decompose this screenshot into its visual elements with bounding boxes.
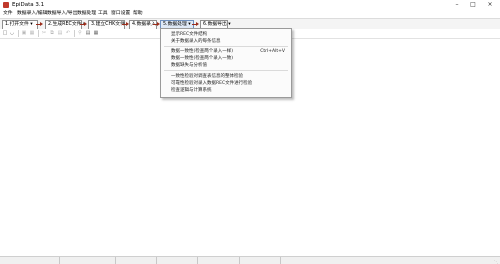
form-icon[interactable]: ▦: [93, 30, 99, 36]
find-icon[interactable]: ⚲: [77, 30, 83, 36]
menu-item-entry-info[interactable]: 关于数据录入的每条信息: [171, 39, 221, 44]
menu-bar: 文件 数据录入/编辑 数据导入/导出 数据处理 工具 窗口设置 帮助: [0, 10, 500, 18]
doc-icon[interactable]: ▤: [85, 30, 91, 36]
title-bar: EpiData 3.1 – □ ×: [0, 0, 500, 10]
menu-item-questionnaire-check[interactable]: 一致性检验对调查表信息的整体检验: [171, 74, 243, 79]
menu-item-consistency-check-match[interactable]: 数据一致性(检查两个录入一致): [171, 56, 233, 61]
toolbar-divider: [18, 30, 19, 37]
arrow-icon: [36, 22, 43, 27]
window-title: EpiData 3.1: [12, 2, 45, 8]
copy-icon[interactable]: ⧉: [49, 30, 55, 36]
menu-separator: [164, 46, 288, 47]
minimize-icon[interactable]: –: [451, 1, 463, 9]
close-icon[interactable]: ×: [484, 1, 496, 9]
paste-icon[interactable]: ▤: [57, 30, 63, 36]
cut-icon[interactable]: ✂: [41, 30, 47, 36]
arrow-icon: [122, 22, 129, 27]
save-icon[interactable]: ▣: [21, 30, 27, 36]
resize-grip-icon[interactable]: ⋱: [494, 259, 499, 264]
app-logo-icon: [3, 2, 9, 8]
menu-help[interactable]: 帮助: [133, 11, 143, 17]
menu-item-missing-values[interactable]: 数据缺失与分析值: [171, 63, 207, 68]
menu-item-reliability-check[interactable]: 可靠性检验对录入数据REC文件进行检验: [171, 81, 252, 86]
menu-tools[interactable]: 工具: [98, 11, 108, 17]
menu-import-export[interactable]: 数据导入/导出: [47, 11, 77, 17]
toolbar-divider: [38, 30, 39, 37]
arrow-icon: [153, 22, 160, 27]
menu-separator: [164, 70, 288, 71]
menu-data-entry[interactable]: 数据录入/编辑: [17, 11, 47, 17]
menu-shortcut: Ctrl+Alt+V: [260, 49, 285, 54]
menu-window-settings[interactable]: 窗口设置: [111, 11, 130, 17]
menu-item-consistency-check-same[interactable]: 数据一致性(检查两个录入一样): [171, 49, 233, 54]
data-processing-dropdown: 显示REC文件结构 关于数据录入的每条信息 数据一致性(检查两个录入一样) Ct…: [160, 28, 292, 98]
arrow-icon: [192, 22, 199, 27]
maximize-icon[interactable]: □: [467, 1, 479, 9]
menu-item-show-rec-structure[interactable]: 显示REC文件结构: [171, 32, 207, 37]
toolbar-divider: [74, 30, 75, 37]
undo-icon[interactable]: ↶: [65, 30, 71, 36]
open-folder-icon[interactable]: ◡: [9, 30, 15, 36]
menu-data-processing[interactable]: 数据处理: [77, 11, 96, 17]
print-icon[interactable]: ▦: [29, 30, 35, 36]
menu-item-logic-check[interactable]: 检查逻辑与计算系统: [171, 88, 212, 93]
menu-file[interactable]: 文件: [3, 11, 13, 17]
arrow-icon: [80, 22, 87, 27]
new-file-icon[interactable]: □: [2, 30, 8, 36]
